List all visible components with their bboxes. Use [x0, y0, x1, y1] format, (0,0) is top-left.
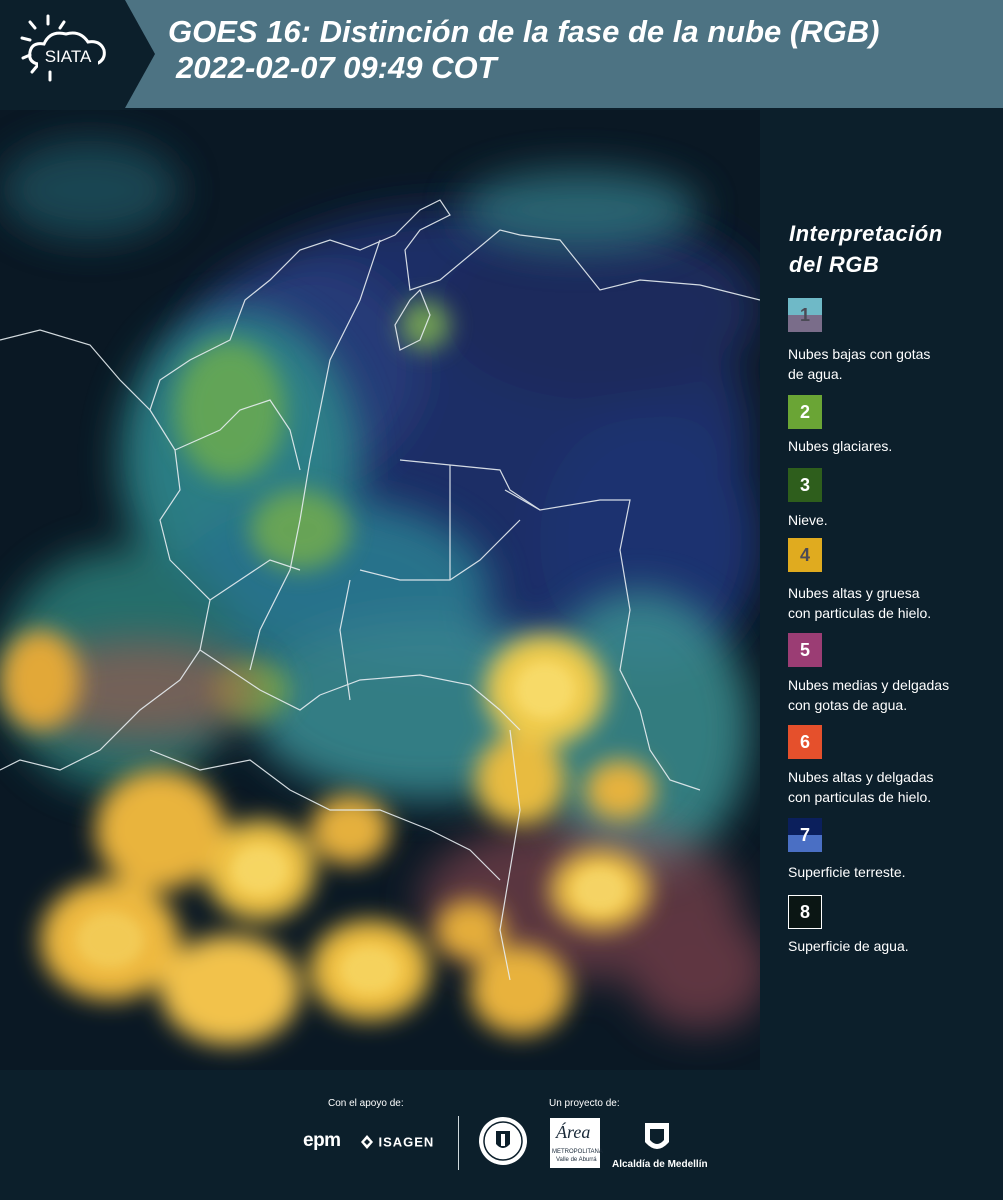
- legend-swatch-4: 4: [788, 538, 822, 572]
- legend-label-6-line-2: con particulas de hielo.: [788, 789, 932, 805]
- legend-label-4: Nubes altas y gruesa con particulas de hi…: [788, 583, 998, 623]
- epm-logo: epm: [303, 1130, 341, 1151]
- legend-label-4-line-1: Nubes altas y gruesa: [788, 585, 920, 601]
- legend-title: Interpretación del RGB: [789, 218, 943, 280]
- alcaldia-text: Alcaldía de Medellín: [612, 1159, 708, 1170]
- support-label: Con el apoyo de:: [328, 1098, 404, 1109]
- siata-logo-text: SIATA: [45, 47, 92, 66]
- legend-swatch-2: 2: [788, 395, 822, 429]
- legend-swatch-3: 3: [788, 468, 822, 502]
- legend-label-1-line-1: Nubes bajas con gotas: [788, 346, 931, 362]
- title-line-1: GOES 16: Distinción de la fase de la nub…: [168, 14, 880, 49]
- legend-swatch-5: 5: [788, 633, 822, 667]
- legend-swatch-7: 7: [788, 818, 822, 852]
- siata-logo: SIATA: [0, 0, 160, 108]
- legend-label-5: Nubes medias y delgadas con gotas de agua…: [788, 675, 998, 715]
- legend-label-8: Superficie de agua.: [788, 938, 909, 954]
- area-metropolitana-logo: Área METROPOLITANA Valle de Aburrá: [550, 1118, 603, 1168]
- legend-label-3: Nieve.: [788, 512, 828, 528]
- legend-title-line-1: Interpretación: [789, 221, 943, 246]
- legend-label-1-line-2: de agua.: [788, 366, 843, 382]
- legend-label-5-line-2: con gotas de agua.: [788, 697, 908, 713]
- satellite-image: [0, 110, 760, 1070]
- legend-panel: Interpretación del RGB 1 Nubes bajas con…: [778, 110, 1003, 1070]
- header-bar: SIATA GOES 16: Distinción de la fase de …: [0, 0, 1003, 108]
- area-metropolitana-sub2: Valle de Aburrá: [556, 1157, 597, 1163]
- project-label: Un proyecto de:: [549, 1098, 620, 1109]
- legend-label-1: Nubes bajas con gotas de agua.: [788, 344, 998, 384]
- legend-swatch-1: 1: [788, 298, 822, 332]
- footer-separator: [458, 1116, 459, 1170]
- legend-swatch-8: 8: [788, 895, 822, 929]
- alcaldia-shield-icon: [645, 1123, 669, 1149]
- legend-label-2: Nubes glaciares.: [788, 438, 893, 454]
- legend-label-7: Superficie terreste.: [788, 864, 906, 880]
- alcaldia-logo: [642, 1120, 672, 1161]
- legend-swatch-6: 6: [788, 725, 822, 759]
- legend-label-6: Nubes altas y delgadas con particulas de …: [788, 767, 998, 807]
- isagen-mark-icon: [361, 1134, 373, 1149]
- area-metropolitana-sub1: METROPOLITANA: [552, 1149, 603, 1155]
- partner-seal-logo: [478, 1116, 528, 1171]
- legend-label-6-line-1: Nubes altas y delgadas: [788, 769, 934, 785]
- legend-title-line-2: del RGB: [789, 252, 880, 277]
- isagen-logo: ISAGEN: [360, 1133, 434, 1151]
- legend-label-5-line-1: Nubes medias y delgadas: [788, 677, 950, 693]
- title-line-2: 2022-02-07 09:49 COT: [176, 50, 497, 85]
- footer: Con el apoyo de: Un proyecto de: epm ISA…: [0, 1070, 1003, 1200]
- area-metropolitana-title: Área: [556, 1122, 591, 1142]
- isagen-text: ISAGEN: [378, 1134, 435, 1150]
- page-title: GOES 16: Distinción de la fase de la nub…: [168, 14, 879, 86]
- legend-label-4-line-2: con particulas de hielo.: [788, 605, 932, 621]
